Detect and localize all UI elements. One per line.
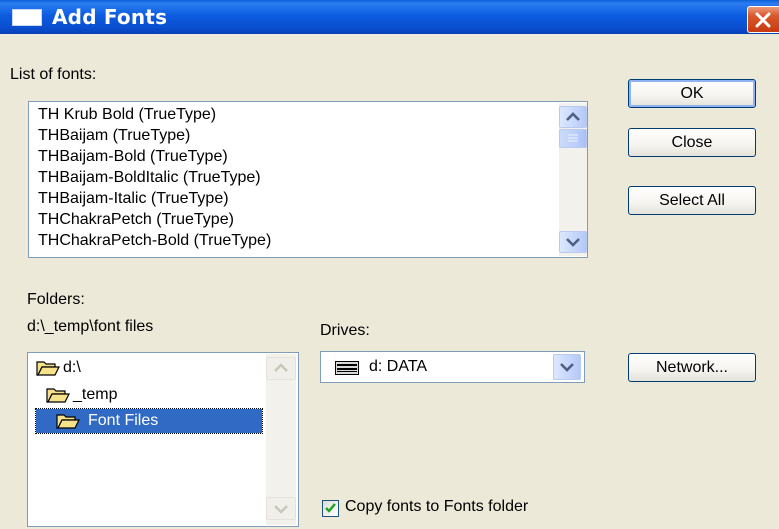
folder-item-label: Font Files	[88, 412, 159, 429]
folder-item-label: _temp	[73, 386, 118, 403]
fonts-listbox[interactable]: TH Krub Bold (TrueType) THBaijam (TrueTy…	[28, 101, 588, 258]
font-list-item[interactable]: THBaijam-Italic (TrueType)	[38, 188, 229, 210]
chevron-down-icon	[274, 505, 288, 514]
add-fonts-dialog: Add Fonts List of fonts: TH Krub Bold (T…	[0, 0, 779, 529]
chevron-down-icon	[566, 238, 580, 247]
folder-item-label: d:\	[63, 359, 81, 376]
font-list-item[interactable]: THBaijam-Bold (TrueType)	[38, 146, 228, 168]
font-list-item[interactable]: THChakraPetch (TrueType)	[38, 209, 234, 231]
scroll-up-button[interactable]	[559, 106, 587, 128]
folder-item-d-root[interactable]: d:\	[34, 356, 264, 380]
drives-dropdown-button[interactable]	[553, 354, 581, 380]
drives-selected-value: d: DATA	[369, 358, 428, 375]
open-folder-icon	[56, 414, 80, 429]
copy-fonts-label[interactable]: Copy fonts to Fonts folder	[345, 498, 528, 516]
window-icon	[12, 9, 42, 26]
drives-label: Drives:	[320, 322, 370, 339]
copy-fonts-checkbox[interactable]	[322, 500, 339, 517]
close-icon	[755, 12, 771, 28]
open-folder-icon	[46, 388, 70, 403]
window-close-button[interactable]	[747, 6, 779, 33]
folder-item-temp[interactable]: _temp	[44, 383, 264, 407]
drives-combobox[interactable]: d: DATA	[320, 351, 585, 383]
fonts-list-label: List of fonts:	[10, 66, 97, 83]
font-list-item[interactable]: TH Krub Bold (TrueType)	[38, 104, 216, 126]
network-button[interactable]: Network...	[628, 353, 756, 382]
folders-scrollbar[interactable]	[266, 354, 296, 525]
open-folder-icon	[36, 361, 60, 376]
window-title: Add Fonts	[52, 5, 168, 29]
title-bar[interactable]: Add Fonts	[0, 0, 779, 34]
grip-icon	[568, 134, 578, 142]
folder-item-font-files[interactable]: Font Files	[35, 408, 263, 434]
current-folder-path: d:\_temp\font files	[27, 318, 154, 335]
folders-label: Folders:	[27, 291, 85, 308]
chevron-down-icon	[560, 363, 574, 372]
scroll-thumb[interactable]	[559, 129, 587, 148]
hard-drive-icon	[335, 361, 359, 375]
chevron-up-icon	[566, 112, 580, 121]
font-list-item[interactable]: THBaijam-BoldItalic (TrueType)	[38, 167, 261, 189]
folders-listbox[interactable]: d:\ _temp Font Files	[27, 352, 299, 527]
scroll-down-button[interactable]	[559, 231, 587, 253]
scroll-up-button[interactable]	[266, 357, 296, 380]
font-list-item[interactable]: THBaijam (TrueType)	[38, 125, 190, 147]
font-list-item[interactable]: THChakraPetch-Bold (TrueType)	[38, 230, 271, 252]
chevron-up-icon	[274, 363, 288, 372]
ok-button[interactable]: OK	[628, 79, 756, 108]
select-all-button[interactable]: Select All	[628, 186, 756, 215]
close-button[interactable]: Close	[628, 128, 756, 157]
scroll-down-button[interactable]	[266, 497, 296, 520]
checkmark-icon	[325, 503, 336, 513]
fonts-scrollbar[interactable]	[559, 103, 587, 256]
